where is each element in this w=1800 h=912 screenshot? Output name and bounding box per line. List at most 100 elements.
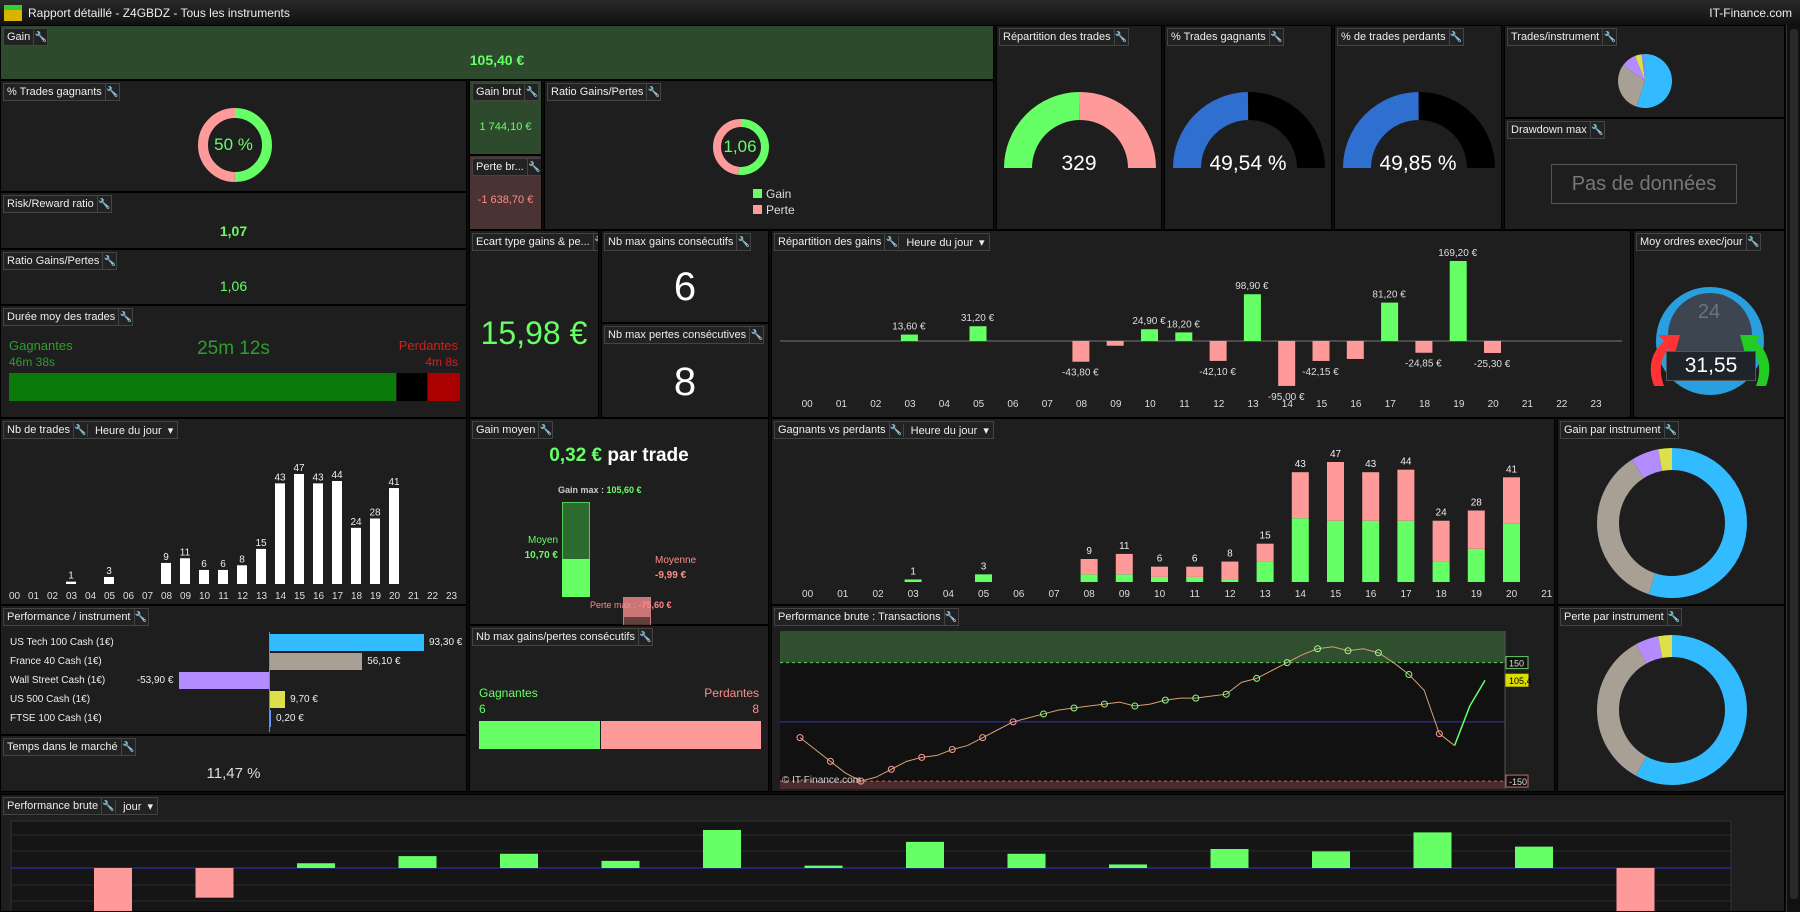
consec-loss-label: Perdantes — [704, 686, 759, 700]
bar-win — [1362, 520, 1380, 582]
value-text: 1 744,10 € — [479, 121, 532, 133]
bar — [906, 841, 944, 868]
bar — [1484, 341, 1501, 353]
wrench-icon[interactable]: 🔧 — [133, 609, 148, 625]
bar — [94, 868, 132, 911]
bar-loss — [1256, 543, 1274, 562]
bar-win — [1080, 574, 1098, 582]
wrench-icon[interactable]: 🔧 — [736, 234, 750, 250]
bar — [237, 565, 247, 584]
instrument-name: US 500 Cash (1€) — [10, 694, 91, 705]
x-tick-label: 13 — [1247, 399, 1259, 410]
wrench-icon[interactable]: 🔧 — [102, 253, 116, 269]
bar — [104, 576, 114, 584]
bar — [256, 548, 266, 584]
wrench-icon[interactable]: 🔧 — [524, 84, 538, 100]
panel-title: Gain — [7, 31, 31, 43]
chart-svg — [10, 820, 1732, 911]
bar-label: 9 — [1086, 546, 1092, 557]
x-tick-label: 21 — [408, 591, 420, 602]
wrench-icon[interactable]: 🔧 — [33, 29, 47, 45]
instrument-bar — [179, 672, 269, 689]
bar-label: 1 — [910, 566, 916, 577]
x-tick-label: 10 — [1154, 589, 1166, 600]
moyenne-value: -9,99 € — [655, 570, 687, 581]
bar-label: 28 — [369, 507, 381, 518]
chart-svg — [1004, 92, 1156, 169]
x-tick-label: 19 — [1453, 399, 1465, 410]
bar-label: 169,20 € — [1438, 248, 1477, 259]
x-tick-label: 16 — [313, 591, 325, 602]
bar — [199, 569, 209, 584]
panel-title: Ecart type gains & pe... — [476, 236, 590, 248]
gagnants-perdants-panel: Gagnants vs perdants 🔧 Heure du jour ▾ 1 3 9 1… — [771, 418, 1555, 605]
bar-label: 1 — [68, 571, 74, 582]
bar-win — [1115, 574, 1133, 582]
bar-label: -43,80 € — [1062, 368, 1099, 379]
wrench-icon[interactable]: 🔧 — [637, 629, 652, 645]
chart-svg — [1650, 287, 1770, 395]
value-text: 25m 12s — [197, 338, 270, 359]
perte-par-instr-panel: Perte par instrument 🔧 — [1557, 605, 1785, 792]
value-text: 105,40 € — [469, 52, 525, 68]
wrench-icon[interactable]: 🔧 — [1589, 122, 1604, 138]
gain-header: Gain 🔧 — [3, 28, 49, 46]
x-tick-label: 14 — [1295, 589, 1307, 600]
bar-win — [1221, 579, 1239, 582]
wrench-icon[interactable]: 🔧 — [538, 422, 552, 438]
brand-link[interactable]: IT-Finance.com — [1709, 6, 1792, 20]
x-tick-label: 15 — [294, 591, 306, 602]
bar-label: 13,60 € — [892, 322, 926, 333]
x-tick-label: 17 — [1385, 399, 1397, 410]
instrument-bar — [269, 634, 424, 651]
x-tick-label: 02 — [47, 591, 59, 602]
chart-svg: 13,60 € 31,20 € -43,80 € 24,90 €18,20 € -42,… — [780, 248, 1622, 410]
moyen-value: 10,70 € — [524, 550, 558, 561]
ecart-panel: Ecart type gains & pe...🔧 15,98 € — [469, 230, 599, 418]
bar-loss — [1503, 477, 1520, 524]
bar-loss — [1221, 561, 1239, 580]
x-tick-label: 03 — [66, 591, 78, 602]
wrench-icon[interactable]: 🔧 — [526, 159, 541, 175]
bar — [1209, 341, 1227, 361]
gain-moyen-bar — [562, 559, 590, 597]
bar-label: 31,20 € — [961, 313, 995, 324]
wrench-icon[interactable]: 🔧 — [96, 196, 111, 212]
bar-loss — [1080, 559, 1098, 575]
bar — [66, 581, 76, 584]
x-tick-label: 13 — [256, 591, 268, 602]
value-text: 15,98 € — [480, 315, 588, 351]
x-tick-label: 00 — [9, 591, 21, 602]
panel-title: Nb max gains consécutifs — [608, 236, 734, 248]
wrench-icon[interactable]: 🔧 — [118, 309, 132, 325]
instrument-value: 93,30 € — [429, 637, 463, 648]
bar-loss — [1291, 472, 1309, 519]
perf-trans-panel: Performance brute : Transactions 🔧 150 105,… — [771, 605, 1555, 792]
bar-label: 24 — [1436, 508, 1448, 519]
bar-label: 41 — [1506, 464, 1518, 475]
x-tick-label: 04 — [85, 591, 97, 602]
bar-win — [1186, 576, 1204, 582]
bar — [370, 518, 380, 584]
x-tick-label: 14 — [1282, 399, 1294, 410]
orders-value: 31,55 — [1666, 351, 1756, 381]
bar — [1346, 341, 1364, 359]
bar-win — [1291, 518, 1309, 582]
bar-label: 15 — [255, 538, 267, 549]
max-gains-panel: Nb max gains consécutifs 🔧 6 — [601, 230, 769, 323]
x-tick-label: 06 — [1007, 399, 1019, 410]
perte-brute-panel: Perte br... 🔧 -1 638,70 € — [469, 155, 542, 230]
risk-reward-panel: Risk/Reward ratio 🔧 1,07 — [0, 192, 467, 249]
scrollbar[interactable] — [1786, 25, 1800, 912]
wrench-icon[interactable]: 🔧 — [120, 739, 135, 755]
wrench-icon[interactable]: 🔧 — [592, 234, 598, 250]
bar — [1007, 853, 1046, 868]
bar-label: 44 — [331, 470, 343, 481]
bar — [351, 527, 361, 584]
x-tick-label: 21 — [1541, 589, 1553, 600]
x-tick-label: 07 — [1048, 589, 1060, 600]
gain-moyen-header: Gain moyen 🔧 — [472, 421, 554, 439]
bar — [1312, 341, 1330, 361]
x-tick-label: 09 — [1119, 589, 1131, 600]
wrench-icon[interactable]: 🔧 — [749, 327, 763, 343]
